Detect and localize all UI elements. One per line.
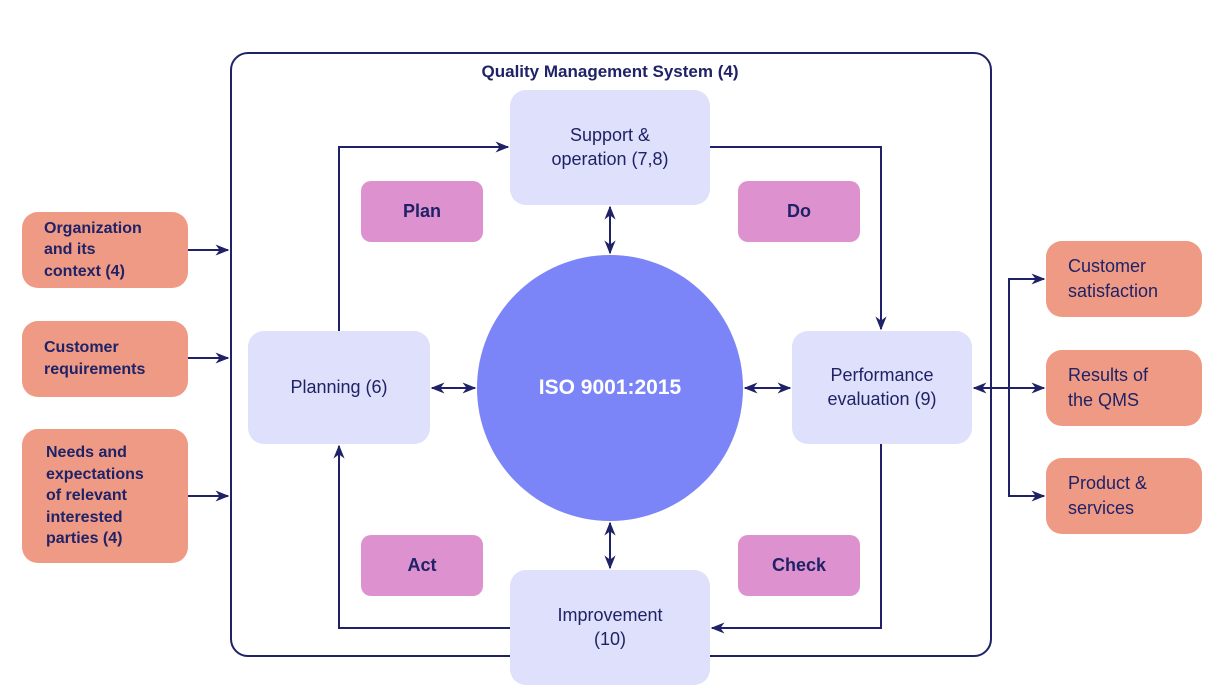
- arrow-output-satisfaction: [1008, 273, 1046, 388]
- iso-hub-circle: ISO 9001:2015: [477, 255, 743, 521]
- output-product-services: Product & services: [1046, 458, 1202, 534]
- input-label: Customer requirements: [44, 339, 146, 378]
- improvement-box: Improvement (10): [510, 570, 710, 685]
- pdca-check: Check: [738, 535, 860, 596]
- output-qms-results: Results of the QMS: [1046, 350, 1202, 426]
- input-interested-parties: Needs and expectations of relevant inter…: [22, 429, 188, 563]
- pdca-plan: Plan: [361, 181, 483, 242]
- output-customer-satisfaction: Customer satisfaction: [1046, 241, 1202, 317]
- planning-box: Planning (6): [248, 331, 430, 444]
- input-customer-requirements: Customer requirements: [22, 321, 188, 397]
- pdca-do: Do: [738, 181, 860, 242]
- output-label: Results of the QMS: [1068, 364, 1149, 410]
- support-operation-box: Support & operation (7,8): [510, 90, 710, 205]
- support-operation-label: Support & operation (7,8): [551, 125, 669, 169]
- improvement-label: Improvement (10): [557, 605, 663, 649]
- pdca-plan-label: Plan: [402, 200, 441, 221]
- hub-label: ISO 9001:2015: [538, 376, 682, 399]
- input-organization-context: Organization and its context (4): [22, 212, 188, 288]
- pdca-do-label: Do: [787, 200, 811, 221]
- pdca-act: Act: [361, 535, 483, 596]
- arrow-output-products: [1008, 388, 1046, 502]
- output-label: Product & services: [1068, 472, 1148, 518]
- performance-evaluation-box: Performance evaluation (9): [792, 331, 972, 444]
- planning-label: Planning (6): [290, 376, 388, 397]
- output-label: Customer satisfaction: [1068, 255, 1159, 301]
- input-label: Needs and expectations of relevant inter…: [46, 444, 144, 548]
- input-label: Organization and its context (4): [44, 219, 142, 280]
- performance-evaluation-label: Performance evaluation (9): [827, 365, 937, 409]
- pdca-act-label: Act: [407, 554, 437, 575]
- pdca-check-label: Check: [771, 554, 827, 575]
